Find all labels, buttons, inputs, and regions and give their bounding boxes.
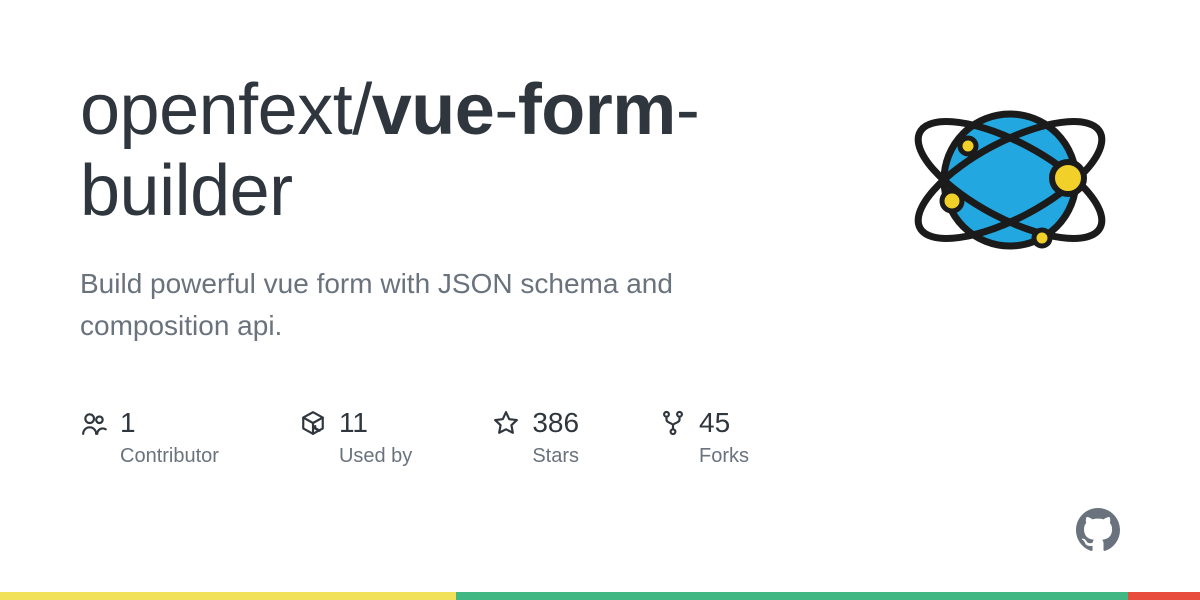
stat-forks: 45 Forks (659, 407, 749, 468)
people-icon (80, 409, 108, 437)
lang-seg-2 (1128, 592, 1200, 600)
stat-contributors: 1 Contributor (80, 407, 219, 468)
used-by-label: Used by (339, 445, 412, 468)
lang-seg-1 (456, 592, 1128, 600)
star-icon (492, 409, 520, 437)
github-icon (1076, 508, 1120, 552)
stars-label: Stars (532, 445, 579, 468)
lang-seg-0 (0, 592, 456, 600)
repo-description: Build powerful vue form with JSON schema… (80, 263, 780, 347)
forks-label: Forks (699, 445, 749, 468)
stars-count: 386 (532, 407, 579, 439)
stat-stars: 386 Stars (492, 407, 579, 468)
repo-slash: / (352, 70, 372, 150)
contributors-label: Contributor (120, 445, 219, 468)
repo-name-form: form (518, 70, 676, 150)
used-by-count: 11 (339, 407, 368, 439)
repo-owner: openfext (80, 70, 352, 150)
contributors-count: 1 (120, 407, 136, 439)
stats-row: 1 Contributor 11 (80, 407, 840, 468)
repo-logo (900, 70, 1120, 290)
fork-icon (659, 409, 687, 437)
package-icon (299, 409, 327, 437)
repo-title: openfext/vue-form-builder (80, 70, 840, 231)
language-color-bar (0, 592, 1200, 600)
dash2: - (676, 70, 699, 150)
stat-used-by: 11 Used by (299, 407, 412, 468)
dash1: - (494, 70, 517, 150)
repo-name-vue: vue (372, 70, 495, 150)
forks-count: 45 (699, 407, 730, 439)
repo-name-builder: builder (80, 151, 293, 231)
